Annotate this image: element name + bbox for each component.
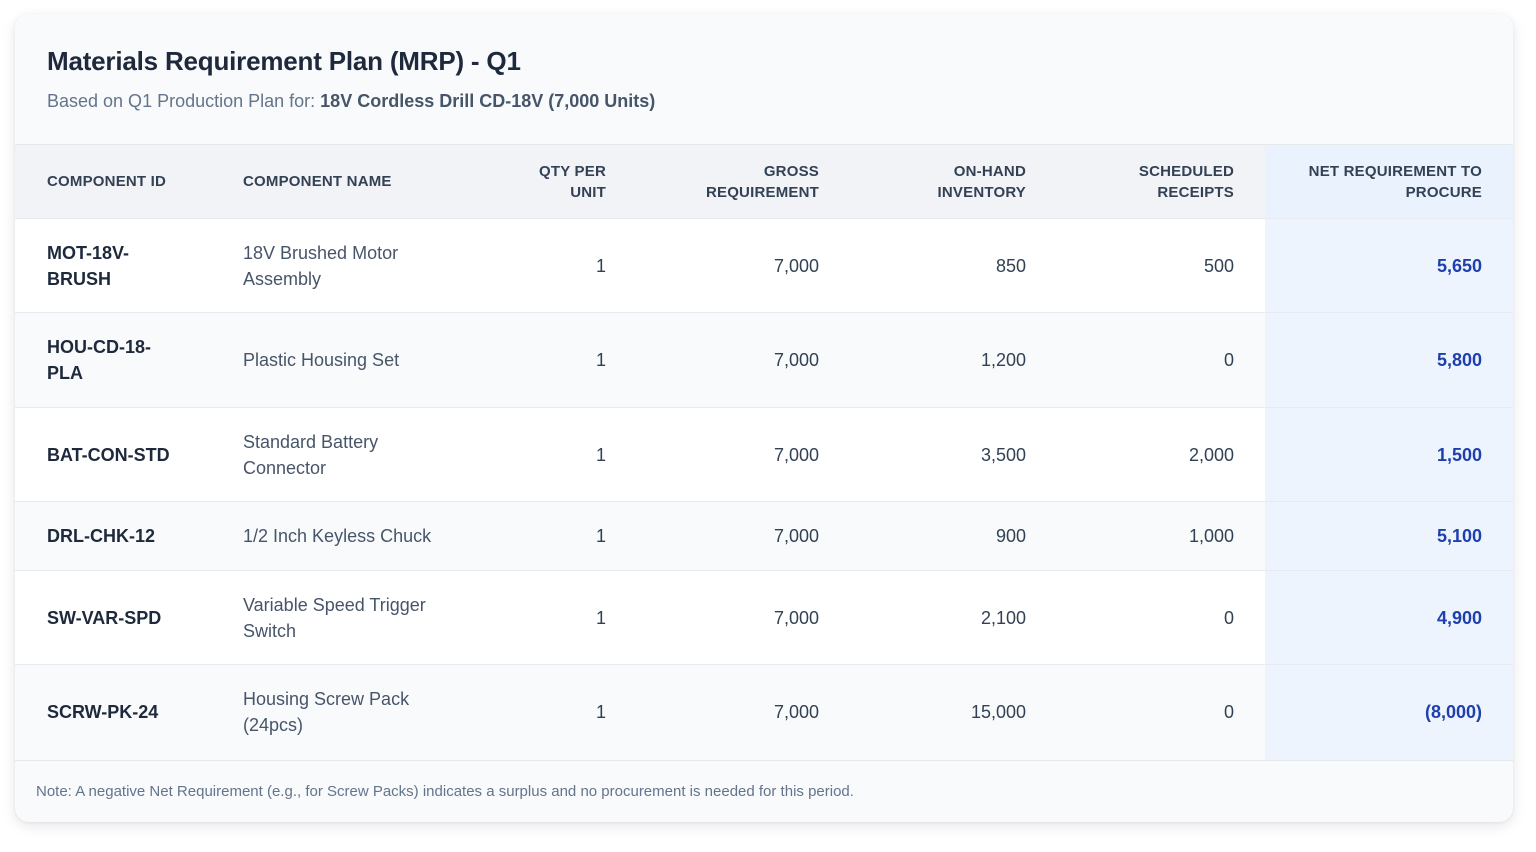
component-id-text: MOT-18V-BRUSH <box>47 242 130 289</box>
cell-qty-per-unit: 1 <box>489 570 637 665</box>
column-header-component-id: COMPONENT ID <box>15 144 243 219</box>
cell-on-hand-inventory: 15,000 <box>850 664 1057 760</box>
cell-on-hand-inventory: 3,500 <box>850 407 1057 502</box>
cell-on-hand-inventory: 1,200 <box>850 312 1057 408</box>
table-row: BAT-CON-STD Standard Battery Connector 1… <box>15 407 1513 502</box>
subtitle-prefix: Based on Q1 Production Plan for: <box>47 91 321 111</box>
footnote-text: Note: A negative Net Requirement (e.g., … <box>36 782 854 800</box>
cell-on-hand-inventory: 900 <box>850 501 1057 571</box>
cell-qty-per-unit: 1 <box>489 407 637 502</box>
cell-component-name: Standard Battery Connector <box>243 407 489 502</box>
cell-gross-requirement: 7,000 <box>637 501 850 571</box>
column-header-net-requirement-text: NET REQUIREMENT TO PROCURE <box>1308 162 1482 201</box>
column-header-net-requirement: NET REQUIREMENT TO PROCURE <box>1265 144 1513 219</box>
table-row: MOT-18V-BRUSH 18V Brushed Motor Assembly… <box>15 218 1513 313</box>
cell-gross-requirement: 7,000 <box>637 570 850 665</box>
column-header-gross-requirement: GROSS REQUIREMENT <box>637 144 850 219</box>
page-title: Materials Requirement Plan (MRP) - Q1 <box>47 46 521 76</box>
cell-component-name: 18V Brushed Motor Assembly <box>243 218 489 313</box>
cell-scheduled-receipts: 0 <box>1057 664 1265 760</box>
cell-qty-per-unit: 1 <box>489 312 637 408</box>
report-header: Materials Requirement Plan (MRP) - Q1 Ba… <box>15 14 1513 144</box>
table-footer-note: Note: A negative Net Requirement (e.g., … <box>15 759 1513 823</box>
cell-net-requirement: 4,900 <box>1265 570 1513 665</box>
column-header-qty-per-unit: QTY PER UNIT <box>489 144 637 219</box>
column-header-scheduled-receipts-text: SCHEDULED RECEIPTS <box>1138 162 1234 201</box>
cell-component-name: Plastic Housing Set <box>243 312 489 408</box>
cell-component-id: DRL-CHK-12 <box>15 501 243 571</box>
cell-scheduled-receipts: 0 <box>1057 570 1265 665</box>
cell-qty-per-unit: 1 <box>489 218 637 313</box>
column-header-gross-requirement-text: GROSS REQUIREMENT <box>705 162 819 201</box>
cell-component-name: Housing Screw Pack (24pcs) <box>243 664 489 760</box>
cell-component-id: SW-VAR-SPD <box>15 570 243 665</box>
cell-qty-per-unit: 1 <box>489 501 637 571</box>
cell-net-requirement: 5,100 <box>1265 501 1513 571</box>
mrp-card: Materials Requirement Plan (MRP) - Q1 Ba… <box>15 14 1513 822</box>
cell-component-name: Variable Speed Trigger Switch <box>243 570 489 665</box>
cell-scheduled-receipts: 500 <box>1057 218 1265 313</box>
column-header-scheduled-receipts: SCHEDULED RECEIPTS <box>1057 144 1265 219</box>
cell-component-name: 1/2 Inch Keyless Chuck <box>243 501 489 571</box>
column-header-component-name: COMPONENT NAME <box>243 144 489 219</box>
table-row: SCRW-PK-24 Housing Screw Pack (24pcs) 1 … <box>15 664 1513 760</box>
subtitle-product: 18V Cordless Drill CD-18V (7,000 Units) <box>320 91 656 111</box>
table-row: HOU-CD-18-PLA Plastic Housing Set 1 7,00… <box>15 312 1513 408</box>
cell-gross-requirement: 7,000 <box>637 218 850 313</box>
table-row: SW-VAR-SPD Variable Speed Trigger Switch… <box>15 570 1513 665</box>
table-body: MOT-18V-BRUSH 18V Brushed Motor Assembly… <box>15 218 1513 760</box>
column-header-on-hand-inventory-text: ON-HAND INVENTORY <box>937 162 1026 201</box>
cell-on-hand-inventory: 2,100 <box>850 570 1057 665</box>
cell-component-id: BAT-CON-STD <box>15 407 243 502</box>
cell-net-requirement: (8,000) <box>1265 664 1513 760</box>
cell-gross-requirement: 7,000 <box>637 312 850 408</box>
cell-component-id: MOT-18V-BRUSH <box>15 218 243 313</box>
cell-scheduled-receipts: 1,000 <box>1057 501 1265 571</box>
cell-qty-per-unit: 1 <box>489 664 637 760</box>
cell-net-requirement: 5,800 <box>1265 312 1513 408</box>
component-id-text: HOU-CD-18-PLA <box>47 337 152 383</box>
column-header-qty-per-unit-text: QTY PER UNIT <box>539 162 606 201</box>
cell-net-requirement: 5,650 <box>1265 218 1513 313</box>
cell-scheduled-receipts: 2,000 <box>1057 407 1265 502</box>
cell-component-id: HOU-CD-18-PLA <box>15 312 243 408</box>
mrp-table: COMPONENT ID COMPONENT NAME QTY PER UNIT… <box>15 144 1513 760</box>
table-header: COMPONENT ID COMPONENT NAME QTY PER UNIT… <box>15 144 1513 219</box>
cell-on-hand-inventory: 850 <box>850 218 1057 313</box>
cell-gross-requirement: 7,000 <box>637 664 850 760</box>
cell-gross-requirement: 7,000 <box>637 407 850 502</box>
header-row: COMPONENT ID COMPONENT NAME QTY PER UNIT… <box>15 144 1513 219</box>
cell-component-id: SCRW-PK-24 <box>15 664 243 760</box>
table-row: DRL-CHK-12 1/2 Inch Keyless Chuck 1 7,00… <box>15 501 1513 571</box>
cell-net-requirement: 1,500 <box>1265 407 1513 502</box>
cell-scheduled-receipts: 0 <box>1057 312 1265 408</box>
page-subtitle: Based on Q1 Production Plan for: 18V Cor… <box>47 91 1481 112</box>
column-header-on-hand-inventory: ON-HAND INVENTORY <box>850 144 1057 219</box>
